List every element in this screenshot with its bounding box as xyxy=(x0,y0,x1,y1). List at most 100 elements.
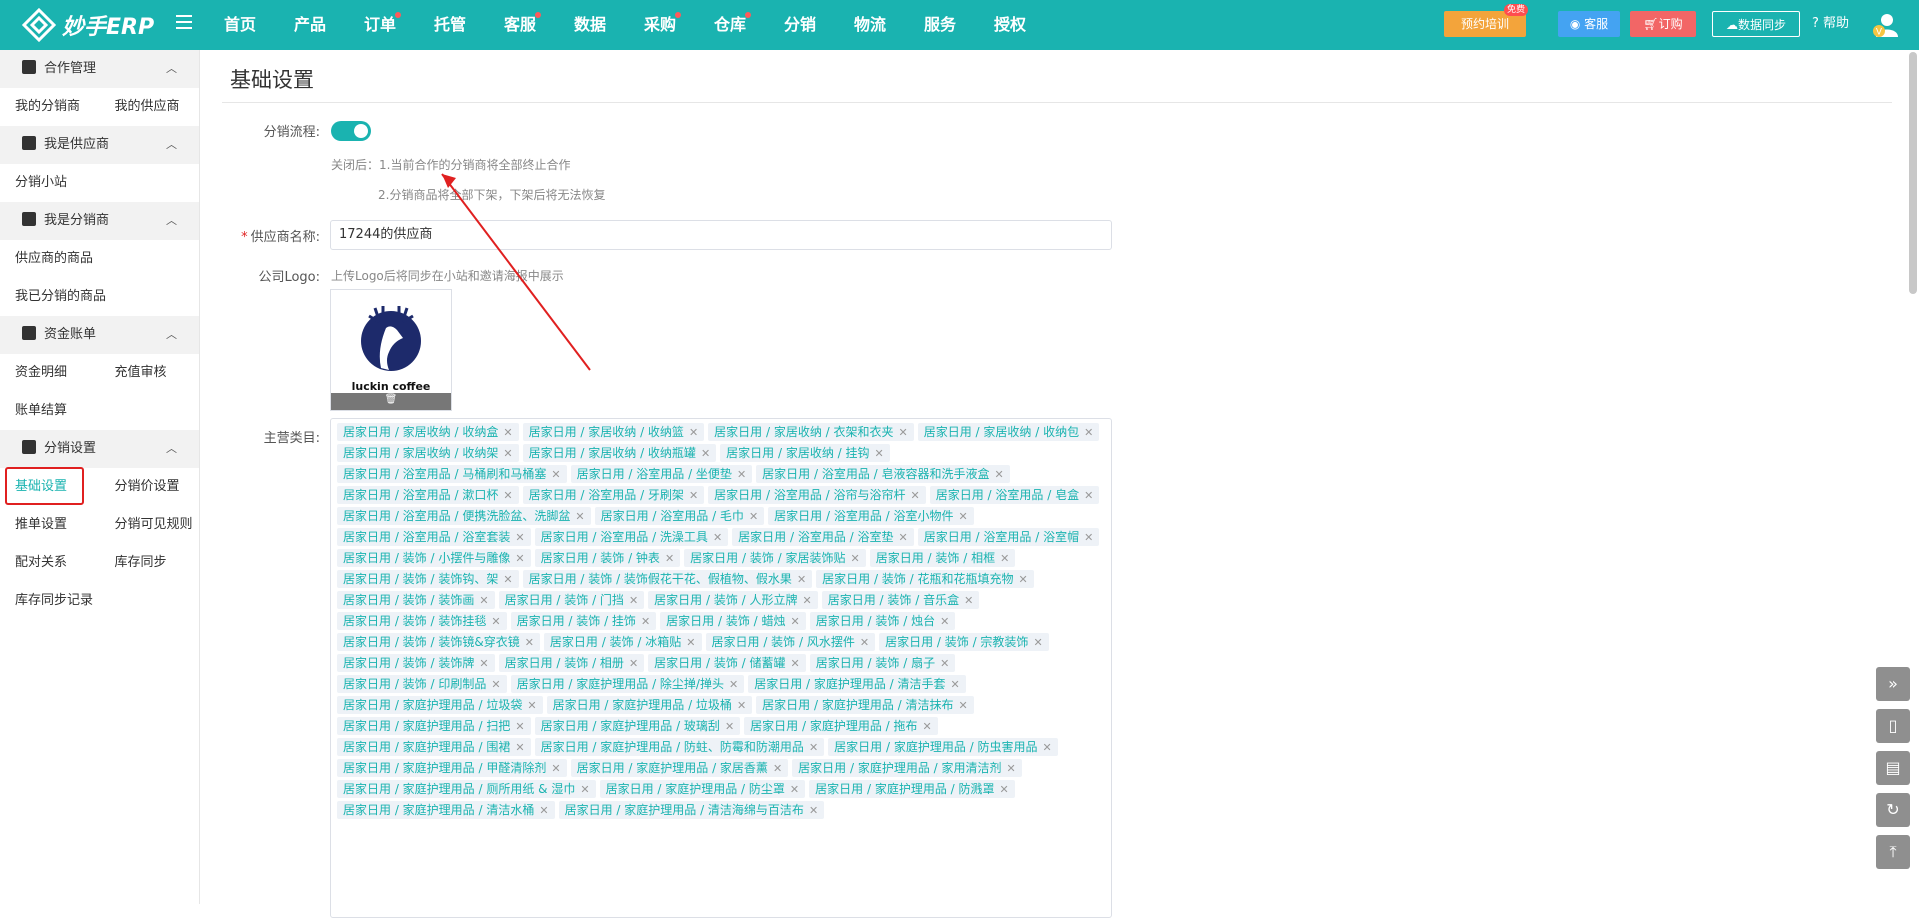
close-icon[interactable]: ✕ xyxy=(503,426,512,439)
close-icon[interactable]: ✕ xyxy=(749,510,758,523)
supplier-name-input[interactable]: 17244的供应商 xyxy=(330,220,1112,250)
close-icon[interactable]: ✕ xyxy=(701,447,710,460)
mobile-icon[interactable]: ▯ xyxy=(1876,709,1910,743)
close-icon[interactable]: ✕ xyxy=(959,699,968,712)
close-icon[interactable]: ✕ xyxy=(940,615,949,628)
close-icon[interactable]: ✕ xyxy=(809,804,818,817)
close-icon[interactable]: ✕ xyxy=(1000,783,1009,796)
close-icon[interactable]: ✕ xyxy=(551,468,560,481)
close-icon[interactable]: ✕ xyxy=(911,489,920,502)
nav-item-1[interactable]: 产品 xyxy=(275,0,345,50)
sidebar-item[interactable]: 我的分销商 xyxy=(0,88,100,126)
sidebar-section-2[interactable]: 我是分销商 ︿ xyxy=(0,202,199,240)
sidebar-item[interactable]: 充值审核 xyxy=(100,354,200,392)
close-icon[interactable]: ✕ xyxy=(689,426,698,439)
close-icon[interactable]: ✕ xyxy=(479,657,488,670)
sidebar-item[interactable]: 我已分销的商品 xyxy=(0,278,107,316)
close-icon[interactable]: ✕ xyxy=(875,447,884,460)
close-icon[interactable]: ✕ xyxy=(503,489,512,502)
close-icon[interactable]: ✕ xyxy=(1084,531,1093,544)
close-icon[interactable]: ✕ xyxy=(797,573,806,586)
close-icon[interactable]: ✕ xyxy=(491,678,500,691)
sidebar-item[interactable]: 库存同步 xyxy=(100,544,200,582)
close-icon[interactable]: ✕ xyxy=(790,783,799,796)
double-chevron-right-icon[interactable]: » xyxy=(1876,667,1910,701)
close-icon[interactable]: ✕ xyxy=(1019,573,1028,586)
book-training-button[interactable]: 预约培训 免费 xyxy=(1444,4,1528,37)
order-button[interactable]: 🛒︎订购 xyxy=(1630,11,1696,37)
sidebar-item[interactable]: 我的供应商 xyxy=(100,88,200,126)
close-icon[interactable]: ✕ xyxy=(515,531,524,544)
close-icon[interactable]: ✕ xyxy=(964,594,973,607)
nav-item-3[interactable]: 托管 xyxy=(415,0,485,50)
company-logo-upload[interactable]: luckin coffee 🗑︎ xyxy=(330,289,452,411)
close-icon[interactable]: ✕ xyxy=(803,594,812,607)
close-icon[interactable]: ✕ xyxy=(951,678,960,691)
close-icon[interactable]: ✕ xyxy=(1084,489,1093,502)
close-icon[interactable]: ✕ xyxy=(729,678,738,691)
close-icon[interactable]: ✕ xyxy=(1043,741,1052,754)
sidebar-section-3[interactable]: 资金账单 ︿ xyxy=(0,316,199,354)
close-icon[interactable]: ✕ xyxy=(923,720,932,733)
close-icon[interactable]: ✕ xyxy=(899,531,908,544)
close-icon[interactable]: ✕ xyxy=(791,657,800,670)
close-icon[interactable]: ✕ xyxy=(515,720,524,733)
close-icon[interactable]: ✕ xyxy=(525,636,534,649)
customer-service-button[interactable]: ◉ 客服 xyxy=(1558,11,1620,37)
nav-item-0[interactable]: 首页 xyxy=(205,0,275,50)
sidebar-section-0[interactable]: 合作管理 ︿ xyxy=(0,50,199,88)
close-icon[interactable]: ✕ xyxy=(479,594,488,607)
nav-item-5[interactable]: 数据 xyxy=(555,0,625,50)
refresh-icon[interactable]: ↻ xyxy=(1876,793,1910,827)
close-icon[interactable]: ✕ xyxy=(503,573,512,586)
close-icon[interactable]: ✕ xyxy=(515,741,524,754)
close-icon[interactable]: ✕ xyxy=(539,804,548,817)
sidebar-item[interactable]: 资金明细 xyxy=(0,354,100,392)
close-icon[interactable]: ✕ xyxy=(527,699,536,712)
user-avatar-icon[interactable]: V xyxy=(1872,12,1898,38)
sidebar-item[interactable]: 库存同步记录 xyxy=(0,582,107,620)
sidebar-section-1[interactable]: 我是供应商 ︿ xyxy=(0,126,199,164)
close-icon[interactable]: ✕ xyxy=(629,594,638,607)
close-icon[interactable]: ✕ xyxy=(491,615,500,628)
close-icon[interactable]: ✕ xyxy=(860,636,869,649)
data-sync-button[interactable]: ☁数据同步 xyxy=(1712,11,1800,37)
sidebar-item[interactable]: 分销小站 xyxy=(0,164,107,202)
close-icon[interactable]: ✕ xyxy=(686,636,695,649)
main-category-select[interactable]: 居家日用 / 家居收纳 / 收纳盒 ✕ 居家日用 / 家居收纳 / 收纳篮 ✕ 居家日用… xyxy=(330,418,1112,918)
nav-item-9[interactable]: 物流 xyxy=(835,0,905,50)
close-icon[interactable]: ✕ xyxy=(773,762,782,775)
sidebar-item[interactable]: 供应商的商品 xyxy=(0,240,107,278)
close-icon[interactable]: ✕ xyxy=(995,468,1004,481)
nav-item-6[interactable]: 采购 xyxy=(625,0,695,50)
close-icon[interactable]: ✕ xyxy=(1033,636,1042,649)
nav-item-10[interactable]: 服务 xyxy=(905,0,975,50)
close-icon[interactable]: ✕ xyxy=(1084,426,1093,439)
close-icon[interactable]: ✕ xyxy=(899,426,908,439)
nav-item-11[interactable]: 授权 xyxy=(975,0,1045,50)
menu-toggle-icon[interactable] xyxy=(176,15,192,33)
close-icon[interactable]: ✕ xyxy=(851,552,860,565)
sidebar-item[interactable]: 账单结算 xyxy=(0,392,107,430)
close-icon[interactable]: ✕ xyxy=(551,762,560,775)
close-icon[interactable]: ✕ xyxy=(580,783,589,796)
sidebar-item[interactable]: 配对关系 xyxy=(0,544,100,582)
sidebar-section-4[interactable]: 分销设置 ︿ xyxy=(0,430,199,468)
sidebar-item[interactable]: 推单设置 xyxy=(0,506,100,544)
sidebar-item[interactable]: 分销可见规则 xyxy=(100,506,200,544)
close-icon[interactable]: ✕ xyxy=(665,552,674,565)
close-icon[interactable]: ✕ xyxy=(809,741,818,754)
close-icon[interactable]: ✕ xyxy=(1000,552,1009,565)
close-icon[interactable]: ✕ xyxy=(713,531,722,544)
close-icon[interactable]: ✕ xyxy=(725,720,734,733)
close-icon[interactable]: ✕ xyxy=(940,657,949,670)
close-icon[interactable]: ✕ xyxy=(959,510,968,523)
nav-item-8[interactable]: 分销 xyxy=(765,0,835,50)
back-to-top-icon[interactable]: ⤒ xyxy=(1876,835,1910,869)
help-link[interactable]: ? 帮助 xyxy=(1812,11,1849,37)
delete-logo-icon[interactable]: 🗑︎ xyxy=(331,393,451,407)
close-icon[interactable]: ✕ xyxy=(689,489,698,502)
close-icon[interactable]: ✕ xyxy=(629,657,638,670)
close-icon[interactable]: ✕ xyxy=(737,699,746,712)
close-icon[interactable]: ✕ xyxy=(515,552,524,565)
